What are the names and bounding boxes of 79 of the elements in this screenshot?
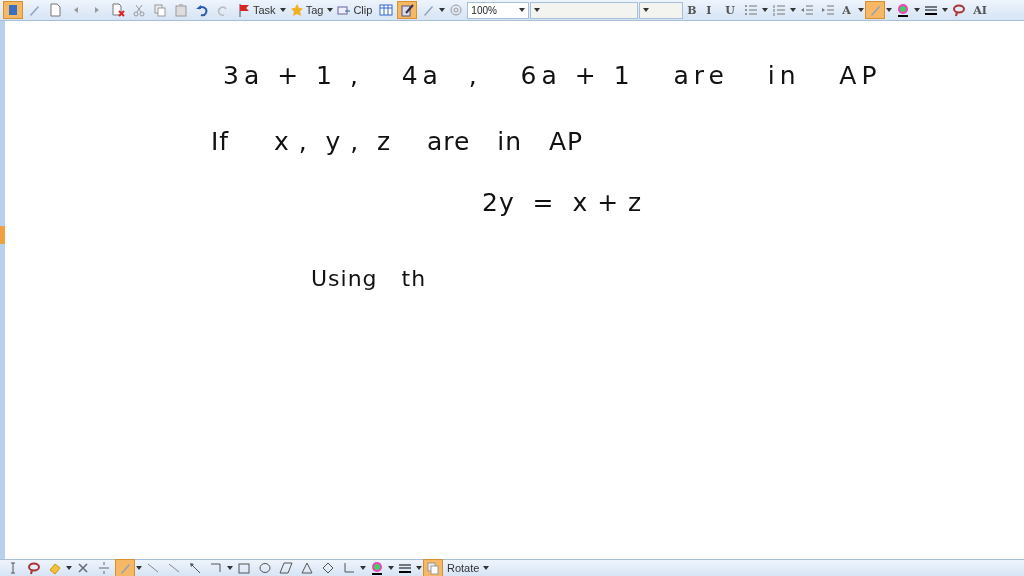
dropdown-arrow-icon[interactable]: [914, 8, 921, 12]
parallelogram-icon: [279, 561, 293, 575]
zoom-field[interactable]: 100%: [467, 1, 530, 19]
line-weight-icon: [924, 3, 939, 17]
dropdown-arrow-icon[interactable]: [327, 8, 334, 12]
color-wheel-icon: [370, 561, 384, 575]
dropdown-arrow-icon[interactable]: [416, 566, 422, 570]
font-field[interactable]: [530, 1, 639, 19]
lasso-icon: [27, 561, 41, 575]
dropdown-arrow-icon[interactable]: [439, 8, 446, 12]
clipboard-icon: [174, 3, 188, 17]
table-icon: [379, 3, 394, 17]
dropdown-arrow-icon[interactable]: [790, 8, 797, 12]
pen-icon: [868, 3, 883, 17]
dropdown-arrow-icon[interactable]: [519, 8, 526, 12]
indent-icon: [821, 3, 836, 17]
line-icon: [146, 561, 160, 575]
cross-icon: [76, 561, 90, 575]
eraser-icon: [48, 561, 62, 575]
handwritten-heading: 3a + 1 , 4a , 6a + 1 are in AP: [223, 60, 882, 92]
dropdown-arrow-icon[interactable]: [360, 566, 366, 570]
flag-icon: [237, 3, 251, 17]
space-insert-icon: [97, 561, 111, 575]
format-button[interactable]: B: [684, 1, 703, 19]
handwritten-note: Using th: [311, 264, 427, 293]
pen-icon: [118, 561, 132, 575]
dropdown-arrow-icon[interactable]: [762, 8, 769, 12]
pen-icon: [421, 3, 436, 17]
arrow-icon: [188, 561, 202, 575]
ellipse-icon: [258, 561, 272, 575]
undo-icon: [195, 3, 209, 17]
dropdown-arrow-icon[interactable]: [643, 8, 650, 12]
font-size-field[interactable]: [639, 1, 684, 19]
clip-icon: [337, 3, 352, 17]
dropdown-arrow-icon[interactable]: [534, 8, 541, 12]
copy-icon: [153, 3, 167, 17]
triangle-icon: [300, 561, 314, 575]
color-wheel-icon: [896, 3, 911, 17]
axes-icon: [342, 561, 356, 575]
scissors-icon: [132, 3, 146, 17]
dropdown-arrow-icon[interactable]: [279, 8, 286, 12]
format-button[interactable]: AI: [970, 1, 990, 19]
zoom-value: 100%: [471, 3, 497, 18]
pen-icon: [27, 3, 41, 17]
lasso-icon: [952, 3, 967, 17]
rectangle-icon: [237, 561, 251, 575]
at-sign-icon: [449, 3, 464, 17]
dropdown-arrow-icon[interactable]: [136, 566, 142, 570]
outdent-icon: [800, 3, 815, 17]
format-button[interactable]: I: [703, 1, 722, 19]
format-button[interactable]: A: [839, 1, 858, 19]
format-button[interactable]: U: [722, 1, 741, 19]
redo-icon: [216, 3, 230, 17]
dropdown-arrow-icon[interactable]: [483, 566, 490, 570]
copy-icon: [426, 561, 440, 575]
dropdown-arrow-icon[interactable]: [858, 8, 865, 12]
tool-button[interactable]: [397, 1, 418, 19]
toolbar-button[interactable]: Rotate: [444, 559, 483, 576]
pen-page-icon: [400, 3, 415, 17]
select-icon: [6, 3, 20, 17]
delete-page-icon: [111, 3, 125, 17]
dropdown-arrow-icon[interactable]: [227, 566, 233, 570]
elbow-line-icon: [209, 561, 223, 575]
diamond-icon: [321, 561, 335, 575]
dropdown-arrow-icon[interactable]: [886, 8, 893, 12]
dropdown-arrow-icon[interactable]: [66, 566, 72, 570]
line-weight-icon: [398, 561, 412, 575]
line-icon: [167, 561, 181, 575]
dropdown-arrow-icon[interactable]: [942, 8, 949, 12]
toolbar-button[interactable]: Task: [234, 1, 279, 19]
handwritten-formula: 2y = x + z: [482, 187, 643, 219]
dropdown-arrow-icon[interactable]: [388, 566, 394, 570]
toolbar-button[interactable]: Tag: [286, 1, 327, 19]
handwritten-statement: If x , y , z are in AP: [211, 125, 584, 158]
numbered-list-icon: [772, 3, 787, 17]
bullet-list-icon: [744, 3, 759, 17]
page-icon: [48, 3, 62, 17]
toolbar-button[interactable]: Clip: [334, 1, 376, 19]
star-icon: [289, 3, 304, 17]
